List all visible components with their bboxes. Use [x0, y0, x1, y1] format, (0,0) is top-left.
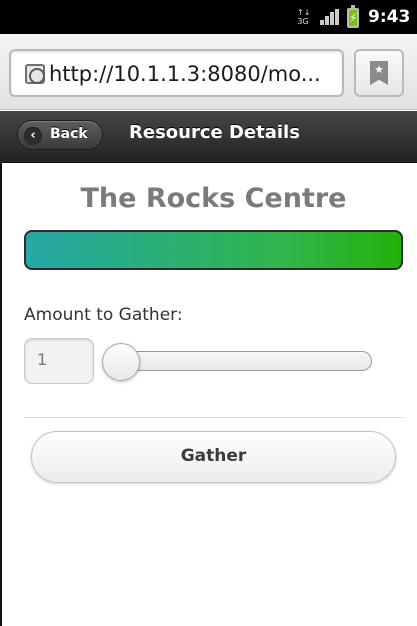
status-time: 9:43	[368, 7, 411, 27]
status-bar: ↑↓ 3G ⚡ 9:43	[0, 0, 417, 34]
url-text[interactable]: http://10.1.1.3:8080/mo...	[49, 62, 339, 86]
back-button[interactable]: ‹ Back	[17, 120, 103, 150]
browser-url-bar: http://10.1.1.3:8080/mo... ★	[0, 34, 417, 110]
globe-icon	[25, 64, 45, 84]
resource-level-bar	[24, 230, 403, 270]
divider	[24, 417, 403, 418]
signal-icon	[320, 9, 340, 25]
amount-input[interactable]: 1	[24, 338, 94, 384]
left-edge-divider	[0, 163, 2, 626]
chevron-left-icon: ‹	[24, 127, 42, 145]
amount-slider-track[interactable]	[110, 351, 372, 371]
page-title: Resource Details	[129, 122, 300, 143]
back-button-label: Back	[50, 126, 88, 142]
url-field[interactable]: http://10.1.1.3:8080/mo...	[9, 49, 344, 97]
bookmark-star-icon: ★	[370, 61, 388, 85]
header-toolbar: ‹ Back Resource Details	[0, 111, 417, 163]
amount-label: Amount to Gather:	[24, 305, 183, 325]
resource-name: The Rocks Centre	[80, 183, 347, 214]
battery-charging-icon: ⚡	[347, 5, 359, 28]
gather-button-label: Gather	[180, 446, 247, 466]
amount-slider-handle[interactable]	[102, 343, 140, 381]
gather-button[interactable]: Gather	[31, 431, 396, 483]
data-network-icon: ↑↓ 3G	[297, 8, 311, 26]
bookmark-button[interactable]: ★	[354, 49, 404, 97]
